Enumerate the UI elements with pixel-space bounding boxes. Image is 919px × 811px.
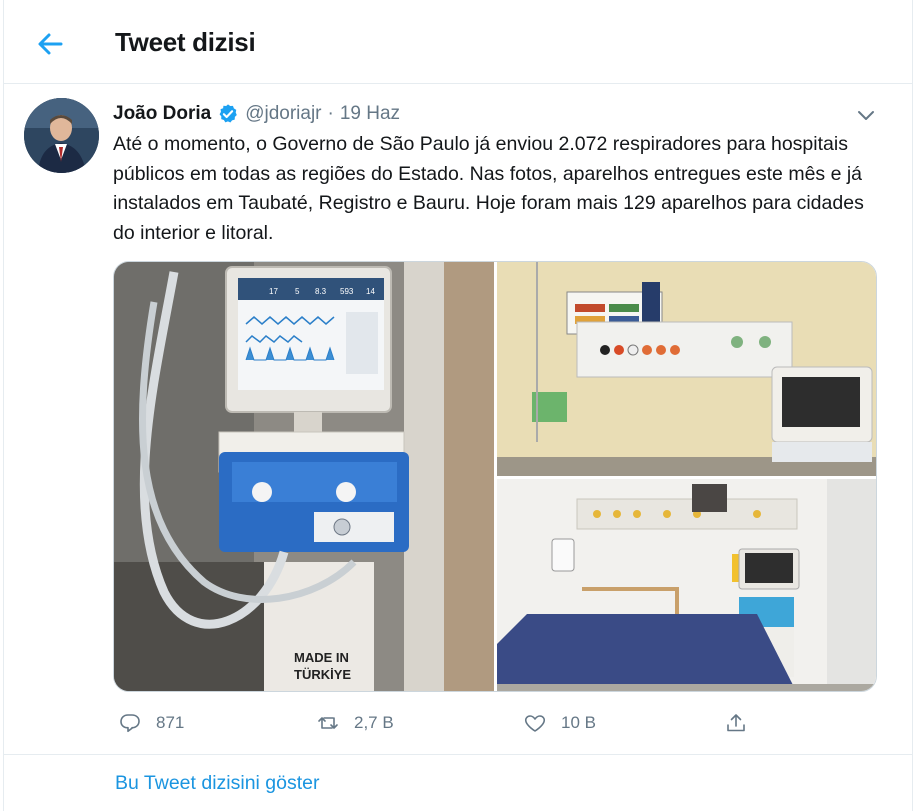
- ventilator-photo[interactable]: 17 5 8.3 593 14 MADE IN TÜRKİYE: [114, 262, 494, 691]
- chevron-down-icon: [858, 111, 874, 120]
- back-button[interactable]: [30, 24, 70, 64]
- made-in-label: MADE IN: [294, 650, 349, 665]
- tweet-meta: João Doria @jdoriajr · 19 Haz: [113, 102, 400, 126]
- reply-count: 871: [156, 713, 185, 732]
- reply-button[interactable]: 871: [118, 708, 184, 738]
- page-header: Tweet dizisi: [3, 0, 913, 84]
- author-name[interactable]: João Doria: [113, 103, 211, 125]
- tweet-text: Até o momento, o Governo de São Paulo já…: [113, 133, 864, 244]
- monitor-value: 14: [366, 287, 375, 296]
- made-in-label: TÜRKİYE: [294, 667, 351, 682]
- hospital-wall-photo[interactable]: [497, 262, 876, 476]
- share-icon: [727, 714, 745, 732]
- show-thread-row: Bu Tweet dizisini göster: [3, 754, 913, 811]
- arrow-left-icon: [38, 33, 63, 55]
- page-title: Tweet dizisi: [115, 27, 256, 57]
- monitor-value: 8.3: [315, 287, 327, 296]
- show-thread-link[interactable]: Bu Tweet dizisini göster: [115, 772, 320, 795]
- like-button[interactable]: 10 B: [523, 708, 596, 738]
- more-options-button[interactable]: [853, 102, 879, 128]
- meta-separator: ·: [327, 103, 334, 124]
- media-grid: 17 5 8.3 593 14 MADE IN TÜRKİYE: [113, 261, 877, 692]
- retweet-icon: [318, 717, 338, 729]
- retweet-button[interactable]: 2,7 B: [316, 708, 394, 738]
- tweet-date[interactable]: 19 Haz: [340, 103, 400, 125]
- author-handle[interactable]: @jdoriajr: [245, 103, 321, 125]
- monitor-value: 593: [340, 287, 354, 296]
- retweet-count: 2,7 B: [354, 713, 394, 732]
- reply-icon: [120, 714, 140, 733]
- avatar[interactable]: [24, 98, 99, 173]
- verified-badge-icon: [217, 103, 239, 125]
- hospital-bed-photo[interactable]: [497, 479, 876, 691]
- heart-icon: [524, 715, 546, 732]
- monitor-value: 17: [269, 287, 278, 296]
- monitor-value: 5: [295, 287, 300, 296]
- like-count: 10 B: [561, 713, 596, 732]
- share-button[interactable]: [724, 708, 762, 738]
